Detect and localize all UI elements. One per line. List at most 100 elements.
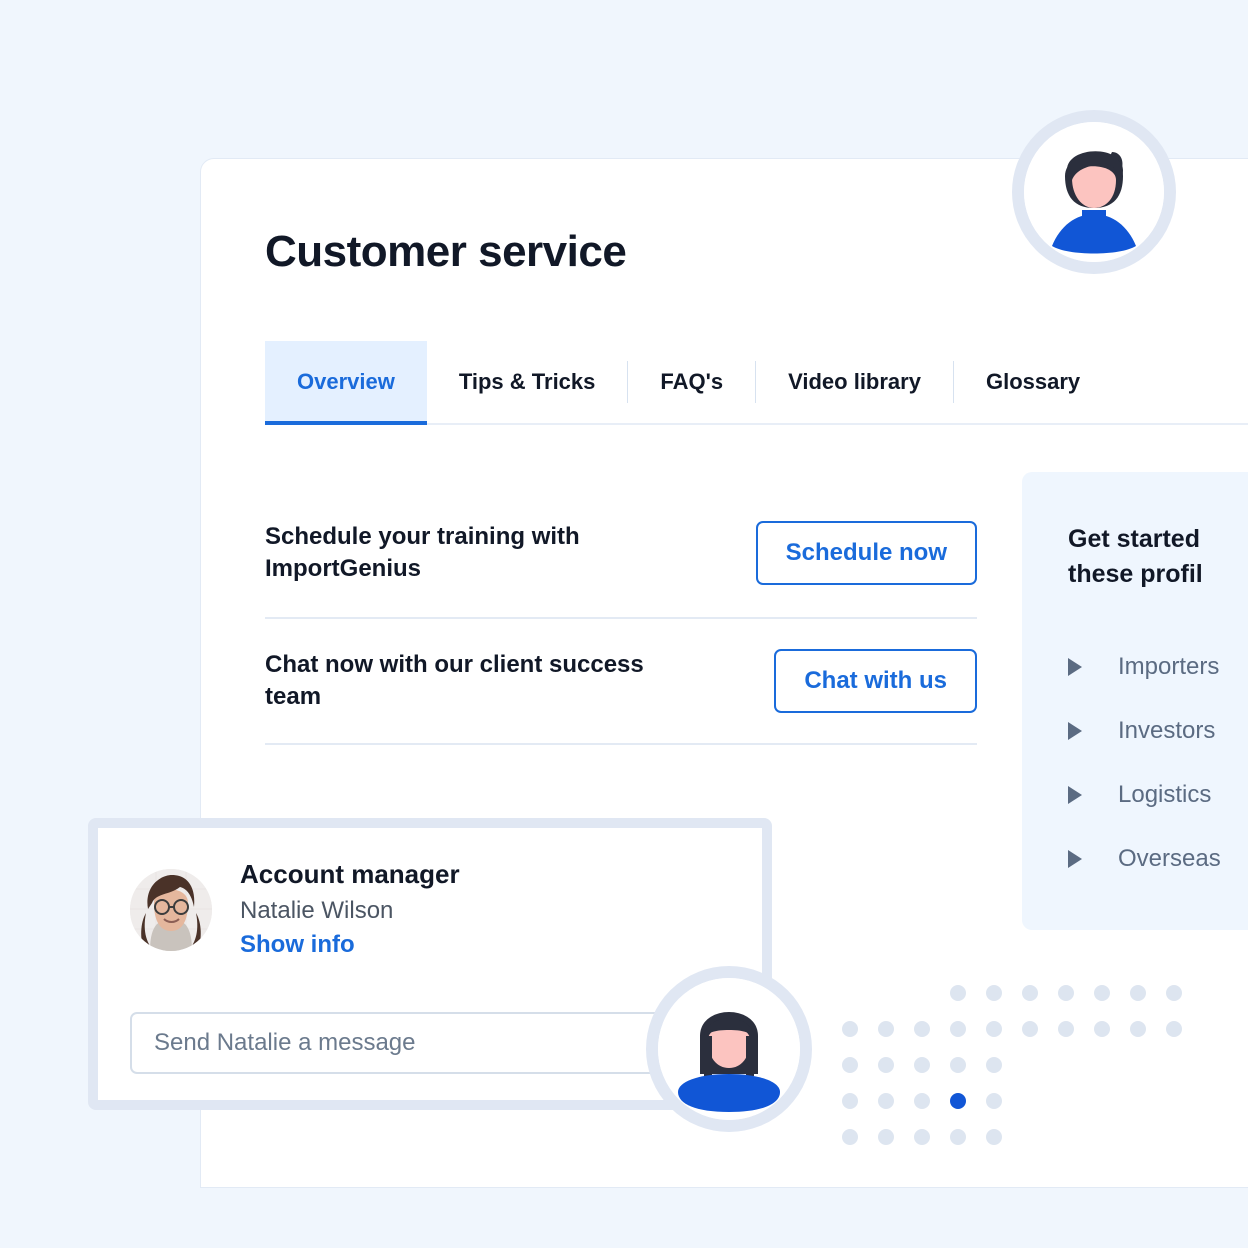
grid-dot <box>1130 1057 1146 1073</box>
list-item-label: Logistics <box>1118 781 1212 808</box>
grid-dot <box>842 1057 858 1073</box>
triangle-bullet-icon <box>1068 786 1082 804</box>
schedule-now-button[interactable]: Schedule now <box>755 521 977 585</box>
tab-video-library-label: Video library <box>788 369 921 394</box>
grid-dot <box>914 1129 930 1145</box>
grid-dot <box>1202 1057 1218 1073</box>
grid-dot <box>1058 985 1074 1001</box>
grid-dot <box>1166 1129 1182 1145</box>
list-item-label: Overseas <box>1118 845 1221 872</box>
grid-dot <box>878 1093 894 1109</box>
grid-dot <box>878 1021 894 1037</box>
grid-dot <box>986 1129 1002 1145</box>
tab-overview[interactable]: Overview <box>265 341 427 425</box>
list-item-logistics[interactable]: Logistics <box>1068 763 1248 827</box>
page-root: Customer service Overview Tips & Tricks … <box>0 0 1248 1248</box>
grid-dot <box>1058 1057 1074 1073</box>
grid-dot <box>1094 1129 1110 1145</box>
grid-dot <box>1058 1021 1074 1037</box>
chat-with-us-button[interactable]: Chat with us <box>774 649 977 713</box>
schedule-training-label: Schedule your training with ImportGenius <box>265 523 580 582</box>
tab-tips-and-tricks-label: Tips & Tricks <box>458 369 596 394</box>
grid-dot <box>1094 985 1110 1001</box>
grid-dot <box>950 1129 966 1145</box>
grid-dot <box>950 1021 966 1037</box>
grid-dot <box>842 985 858 1001</box>
tab-video-library[interactable]: Video library <box>756 341 953 423</box>
avatar <box>130 868 212 951</box>
grid-dot <box>950 1057 966 1073</box>
tab-bar: Overview Tips & Tricks FAQ's Video libra… <box>265 341 1248 425</box>
grid-dot <box>914 1021 930 1037</box>
grid-dot <box>950 985 966 1001</box>
decorative-dot-grid <box>832 975 1228 1155</box>
grid-dot <box>1058 1093 1074 1109</box>
grid-dot <box>1166 985 1182 1001</box>
account-manager-role: Account manager <box>240 859 460 889</box>
chat-client-success-label: Chat now with our client success team <box>265 651 644 710</box>
grid-dot <box>1022 1129 1038 1145</box>
profile-type-list: Importers Investors Logistics Overseas <box>1068 635 1248 891</box>
grid-dot <box>1130 985 1146 1001</box>
list-item-overseas[interactable]: Overseas <box>1068 827 1248 891</box>
list-item-label: Investors <box>1118 717 1216 744</box>
triangle-bullet-icon <box>1068 722 1082 740</box>
grid-dot <box>1202 985 1218 1001</box>
get-started-panel: Get started these profil Importers Inves… <box>1022 472 1248 930</box>
grid-dot <box>1094 1021 1110 1037</box>
account-manager-name: Natalie Wilson <box>240 896 394 924</box>
tab-faqs-label: FAQ's <box>660 369 724 394</box>
grid-dot <box>1202 1129 1218 1145</box>
tab-faqs[interactable]: FAQ's <box>628 341 755 423</box>
user-avatar-top[interactable] <box>1012 110 1176 274</box>
grid-dot <box>1202 1093 1218 1109</box>
grid-dot <box>986 1057 1002 1073</box>
list-item-investors[interactable]: Investors <box>1068 699 1248 763</box>
grid-dot <box>914 1093 930 1109</box>
grid-dot <box>1058 1129 1074 1145</box>
grid-dot <box>842 1021 858 1037</box>
tab-tips-and-tricks[interactable]: Tips & Tricks <box>427 341 628 423</box>
grid-dot <box>1130 1129 1146 1145</box>
grid-dot <box>986 1021 1002 1037</box>
message-input[interactable] <box>130 1012 730 1074</box>
grid-dot <box>1166 1093 1182 1109</box>
tab-glossary-label: Glossary <box>985 369 1081 394</box>
triangle-bullet-icon <box>1068 658 1082 676</box>
grid-dot <box>1094 1093 1110 1109</box>
user-avatar-bottom[interactable] <box>646 966 812 1132</box>
grid-dot <box>1166 1021 1182 1037</box>
list-item-label: Importers <box>1118 653 1220 680</box>
grid-dot <box>1022 1093 1038 1109</box>
grid-dot <box>878 985 894 1001</box>
grid-dot <box>878 1057 894 1073</box>
page-title: Customer service <box>265 227 627 276</box>
action-row-list: Schedule your training with ImportGenius… <box>265 489 977 745</box>
grid-dot <box>1202 1021 1218 1037</box>
tab-overview-label: Overview <box>297 369 395 394</box>
action-row: Schedule your training with ImportGenius… <box>265 489 977 617</box>
list-item-importers[interactable]: Importers <box>1068 635 1248 699</box>
grid-dot <box>842 1129 858 1145</box>
get-started-title: Get started these profil <box>1068 525 1203 588</box>
grid-dot <box>1094 1057 1110 1073</box>
grid-dot <box>986 1093 1002 1109</box>
grid-dot <box>878 1129 894 1145</box>
grid-dot <box>1022 1057 1038 1073</box>
grid-dot <box>950 1093 966 1109</box>
action-row: Chat now with our client success team Ch… <box>265 617 977 745</box>
grid-dot <box>1022 1021 1038 1037</box>
grid-dot <box>1022 985 1038 1001</box>
tab-glossary[interactable]: Glossary <box>954 341 1112 423</box>
grid-dot <box>914 985 930 1001</box>
triangle-bullet-icon <box>1068 850 1082 868</box>
grid-dot <box>1130 1093 1146 1109</box>
account-manager-header: Account manager Natalie Wilson Show info <box>98 828 762 963</box>
show-info-link[interactable]: Show info <box>240 928 460 963</box>
grid-dot <box>986 985 1002 1001</box>
grid-dot <box>1166 1057 1182 1073</box>
grid-dot <box>914 1057 930 1073</box>
grid-dot <box>842 1093 858 1109</box>
grid-dot <box>1130 1021 1146 1037</box>
account-manager-details: Account manager Natalie Wilson Show info <box>240 856 460 963</box>
